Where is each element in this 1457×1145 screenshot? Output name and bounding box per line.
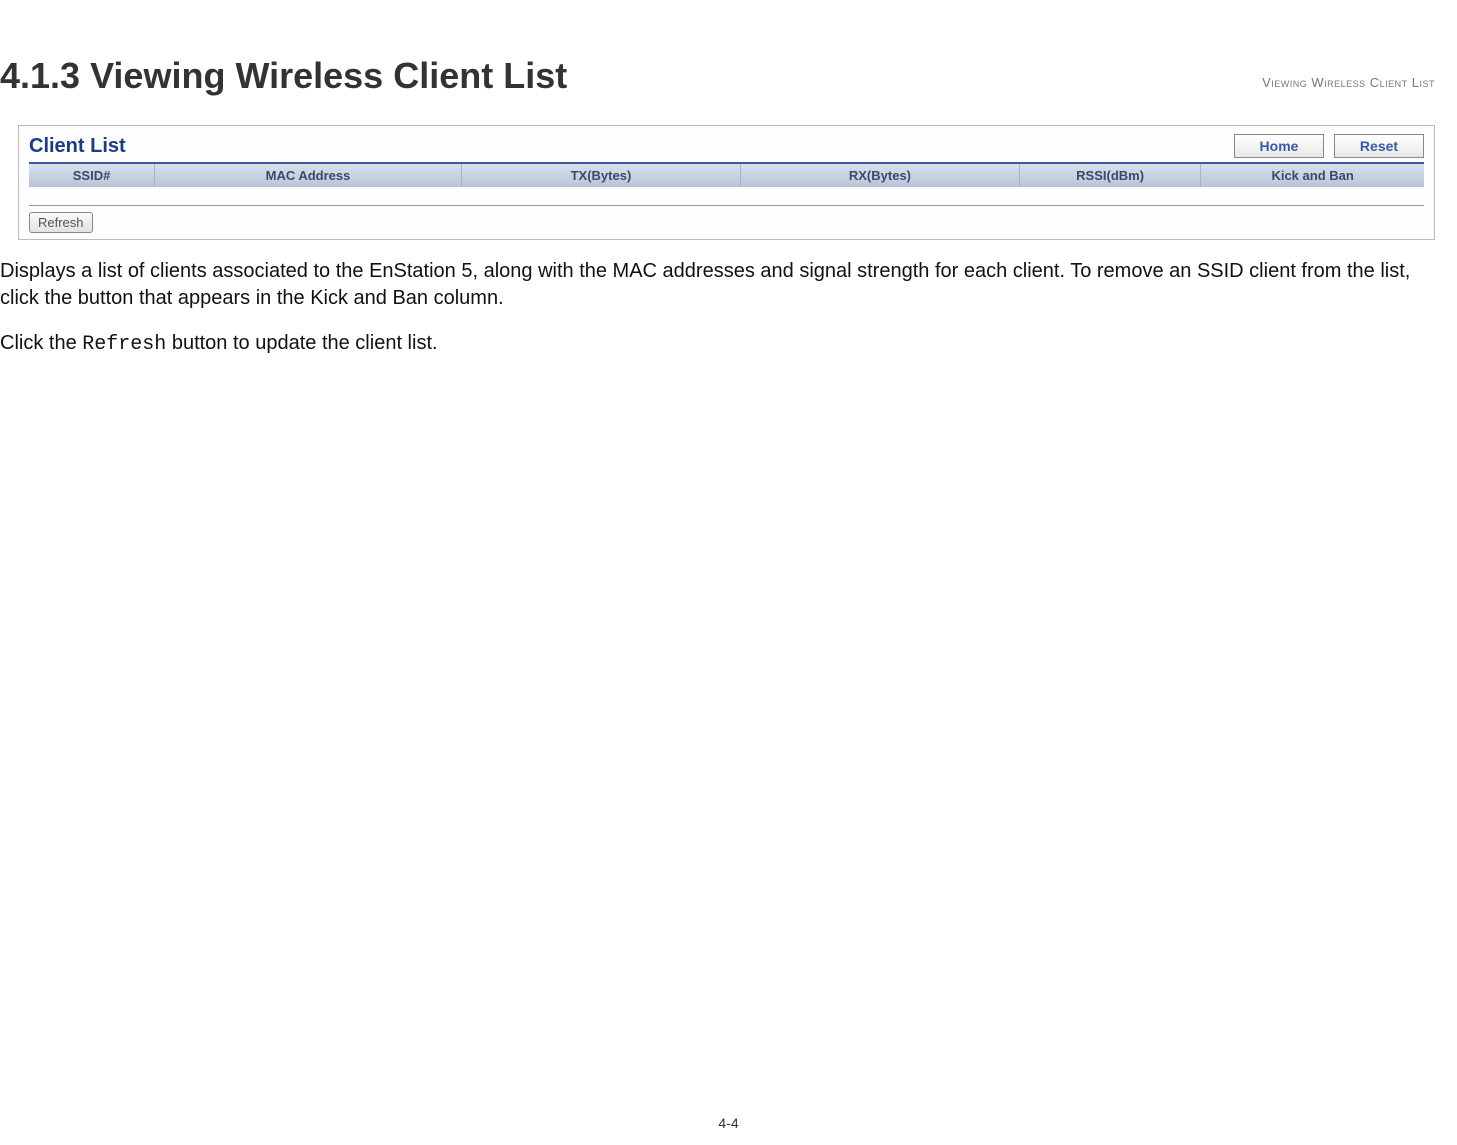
- para2-prefix: Click the: [0, 332, 82, 354]
- home-button[interactable]: Home: [1234, 134, 1324, 158]
- refresh-button[interactable]: Refresh: [29, 212, 93, 233]
- running-head: Viewing Wireless Client List: [1262, 75, 1435, 90]
- para2-suffix: button to update the client list.: [166, 332, 437, 354]
- page-number: 4-4: [718, 1115, 738, 1131]
- refresh-code-text: Refresh: [82, 333, 166, 356]
- col-ssid: SSID#: [29, 164, 155, 187]
- col-mac: MAC Address: [155, 164, 462, 187]
- client-table: SSID# MAC Address TX(Bytes) RX(Bytes) RS…: [29, 164, 1424, 187]
- table-header-row: SSID# MAC Address TX(Bytes) RX(Bytes) RS…: [29, 164, 1424, 187]
- description-para-2: Click the Refresh button to update the c…: [0, 330, 1435, 358]
- panel-title: Client List: [29, 135, 126, 158]
- col-kick: Kick and Ban: [1201, 164, 1424, 187]
- col-rssi: RSSI(dBm): [1019, 164, 1200, 187]
- table-underline: [29, 205, 1424, 206]
- panel-header-row: Client List Home Reset: [29, 134, 1424, 162]
- panel-buttons: Home Reset: [1234, 134, 1424, 158]
- client-list-panel: Client List Home Reset SSID# MAC Address…: [18, 125, 1435, 240]
- description-para-1: Displays a list of clients associated to…: [0, 258, 1435, 312]
- section-heading: 4.1.3 Viewing Wireless Client List: [0, 55, 1457, 97]
- col-tx: TX(Bytes): [461, 164, 740, 187]
- reset-button[interactable]: Reset: [1334, 134, 1424, 158]
- col-rx: RX(Bytes): [740, 164, 1019, 187]
